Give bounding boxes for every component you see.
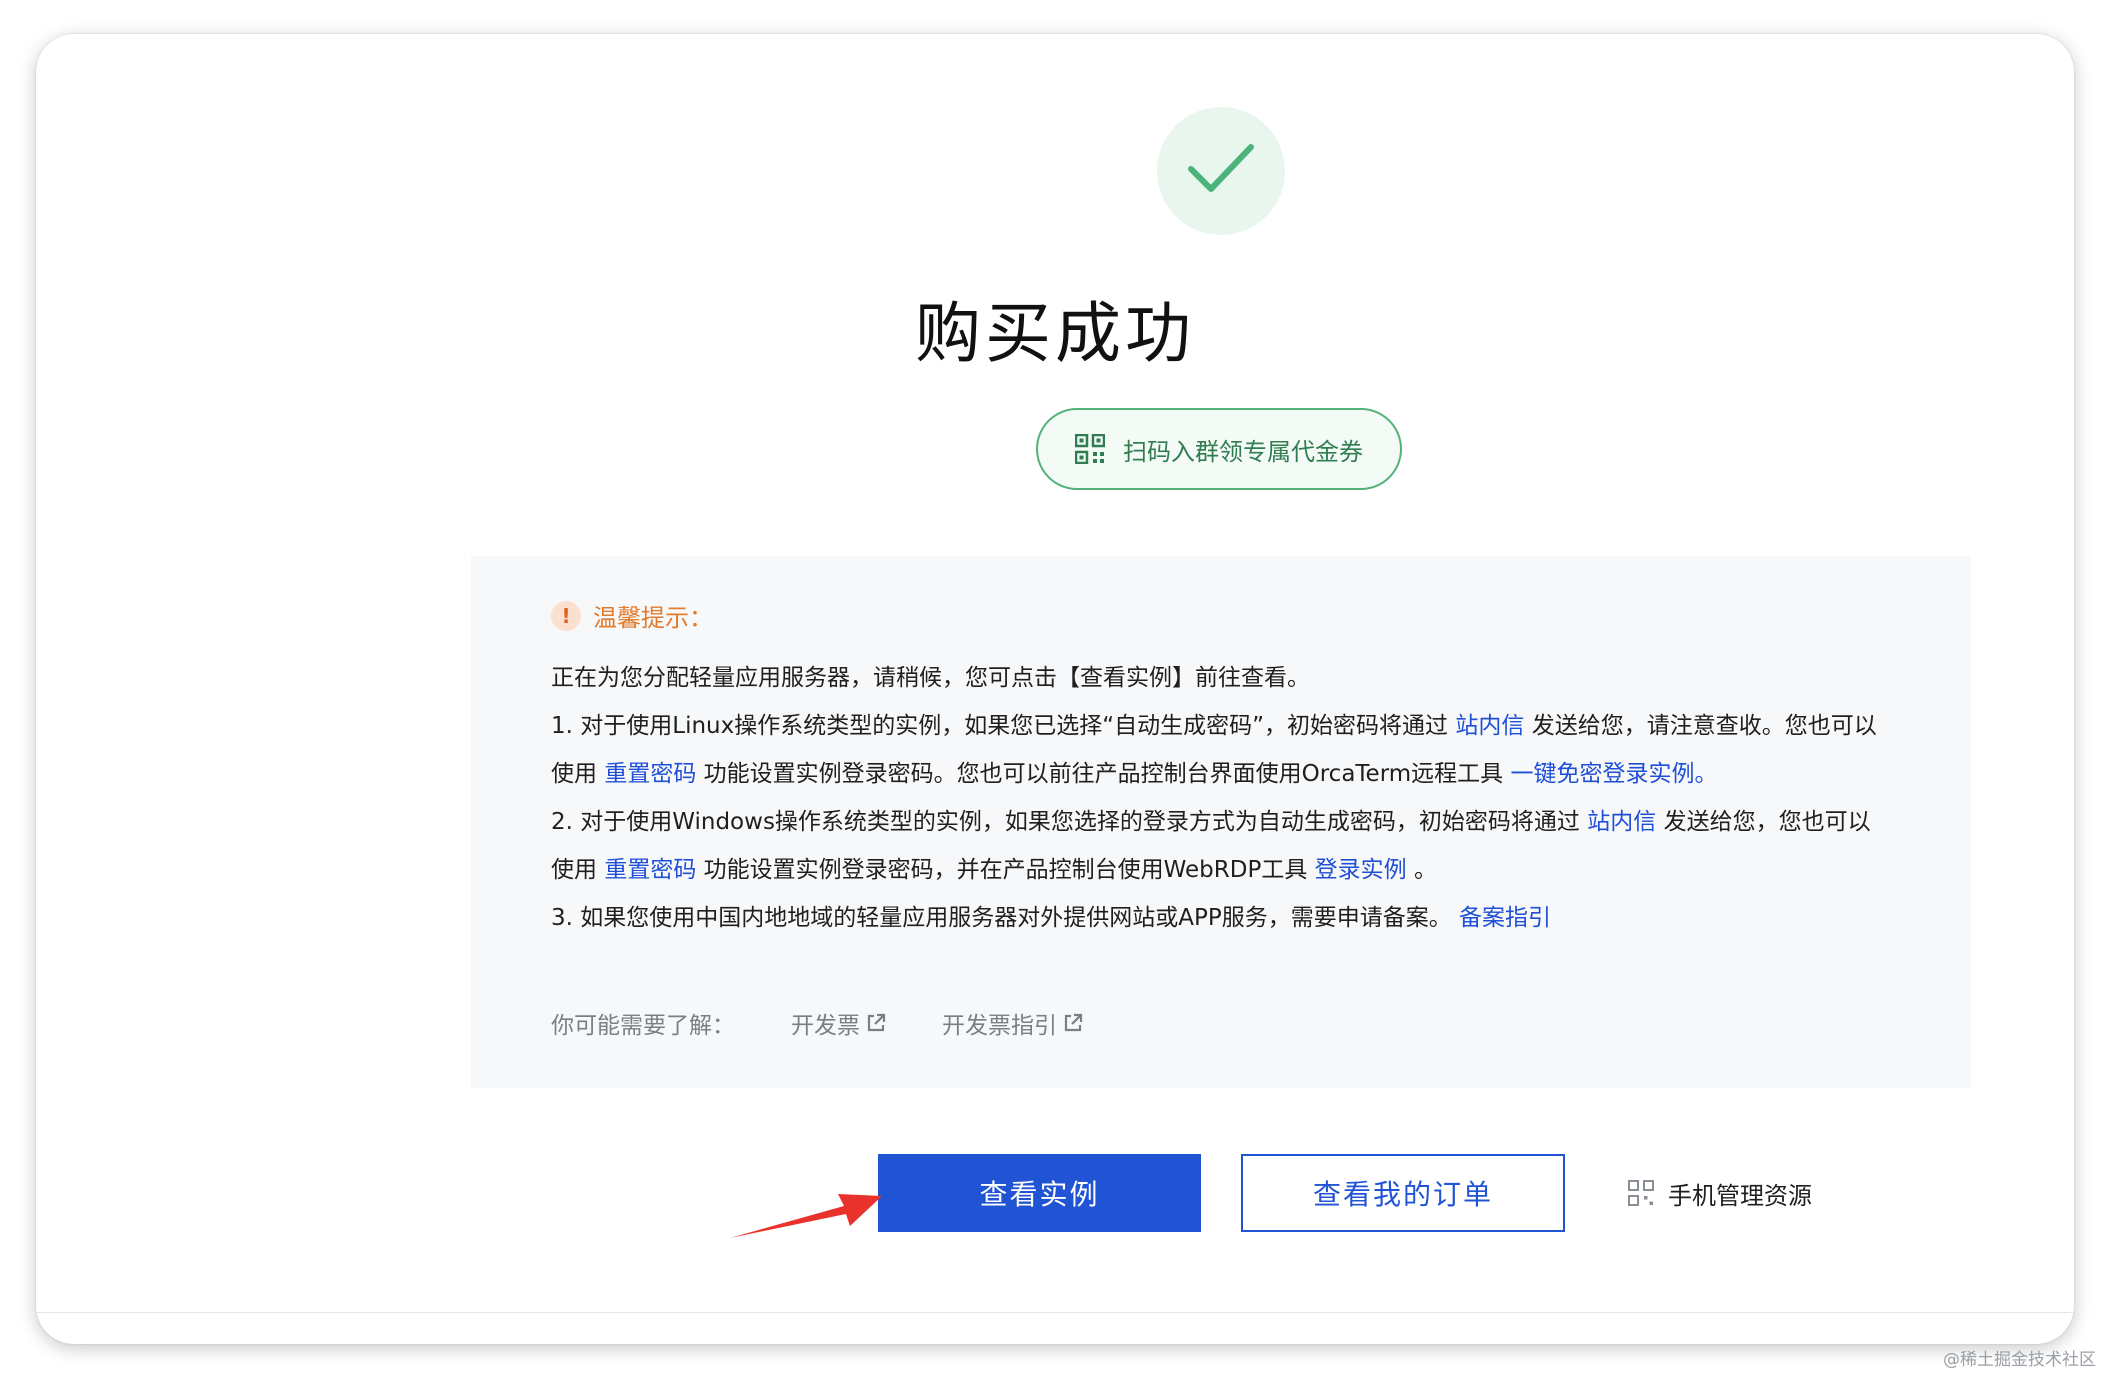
tips-heading: ! 温馨提示： (551, 598, 713, 633)
one-click-login-link[interactable]: 一键免密登录实例。 (1510, 761, 1717, 787)
coupon-qr-button[interactable]: 扫码入群领专属代金券 (1036, 408, 1402, 490)
watermark: @稀土掘金技术社区 (1943, 1350, 2096, 1370)
tips-item-1-text: 1. 对于使用Linux操作系统类型的实例，如果您已选择“自动生成密码”，初始密… (551, 713, 1449, 739)
mobile-manage-label: 手机管理资源 (1668, 1181, 1812, 1210)
external-link-icon (1064, 1013, 1083, 1032)
icp-filing-guide-link[interactable]: 备案指引 (1459, 905, 1551, 931)
invoice-link-label: 开发票 (791, 1013, 860, 1039)
mobile-manage-link[interactable]: 手机管理资源 (1628, 1172, 1812, 1214)
tips-item-3: 3. 如果您使用中国内地地域的轻量应用服务器对外提供网站或APP服务，需要申请备… (551, 894, 1891, 942)
tips-body: 正在为您分配轻量应用服务器，请稍候，您可点击【查看实例】前往查看。 1. 对于使… (551, 654, 1891, 942)
tips-intro: 正在为您分配轻量应用服务器，请稍候，您可点击【查看实例】前往查看。 (551, 665, 1310, 691)
invoice-guide-link[interactable]: 开发票指引 (942, 1006, 1083, 1040)
invoice-guide-link-label: 开发票指引 (942, 1013, 1057, 1039)
view-instance-button[interactable]: 查看实例 (878, 1154, 1201, 1232)
invoice-link[interactable]: 开发票 (791, 1006, 886, 1040)
tips-item-1-text: 功能设置实例登录密码。您也可以前往产品控制台界面使用OrcaTerm远程工具 (703, 761, 1504, 787)
qr-code-icon (1075, 434, 1105, 464)
related-links: 你可能需要了解： 开发票 开发票指引 (551, 1006, 1083, 1040)
check-icon (1188, 144, 1254, 192)
tips-item-2: 2. 对于使用Windows操作系统类型的实例，如果您选择的登录方式为自动生成密… (551, 798, 1891, 894)
reset-password-link[interactable]: 重置密码 (604, 761, 696, 787)
warning-icon: ! (551, 600, 581, 631)
login-instance-link[interactable]: 登录实例 (1315, 857, 1407, 883)
site-message-link[interactable]: 站内信 (1587, 809, 1656, 835)
site-message-link[interactable]: 站内信 (1455, 713, 1524, 739)
tips-item-1: 1. 对于使用Linux操作系统类型的实例，如果您已选择“自动生成密码”，初始密… (551, 702, 1891, 798)
tips-item-3-text: 3. 如果您使用中国内地地域的轻量应用服务器对外提供网站或APP服务，需要申请备… (551, 905, 1452, 931)
divider (36, 1312, 2074, 1313)
tips-heading-label: 温馨提示： (593, 604, 713, 632)
arrow-annotation (730, 1194, 882, 1238)
tips-item-2-text: 功能设置实例登录密码，并在产品控制台使用WebRDP工具 (703, 857, 1308, 883)
coupon-label: 扫码入群领专属代金券 (1123, 437, 1363, 466)
external-link-icon (867, 1013, 886, 1032)
tips-panel: ! 温馨提示： 正在为您分配轻量应用服务器，请稍候，您可点击【查看实例】前往查看… (471, 556, 1971, 1088)
success-badge (1157, 107, 1285, 235)
tips-item-2-text: 。 (1413, 857, 1437, 883)
page-title: 购买成功 (915, 295, 1195, 372)
related-label: 你可能需要了解： (551, 1013, 735, 1039)
tips-item-2-text: 2. 对于使用Windows操作系统类型的实例，如果您选择的登录方式为自动生成密… (551, 809, 1580, 835)
reset-password-link[interactable]: 重置密码 (604, 857, 696, 883)
view-orders-button[interactable]: 查看我的订单 (1241, 1154, 1565, 1232)
qr-code-icon (1628, 1180, 1654, 1206)
